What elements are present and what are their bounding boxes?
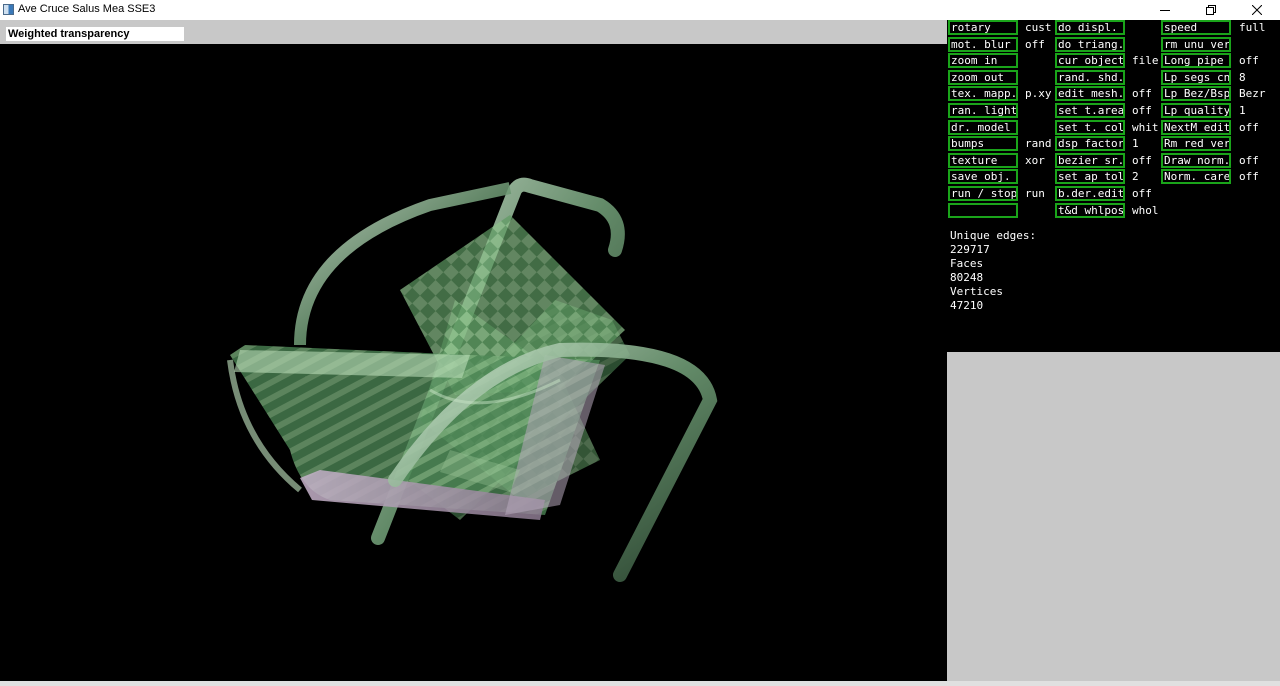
menu-value-col2-8: off [1132, 154, 1152, 167]
menu-value-col3-3: 8 [1239, 71, 1246, 84]
restore-icon [1206, 5, 1216, 15]
bottom-bar [0, 681, 1280, 686]
menu-value-col2-7: 1 [1132, 137, 1139, 150]
menu-button-col1-2[interactable]: zoom in [948, 53, 1018, 68]
menu-button-col3-9[interactable]: Norm. care [1161, 169, 1231, 184]
menu-value-col2-4: off [1132, 87, 1152, 100]
menu-value-col2-6: whit [1132, 121, 1159, 134]
menu-button-col2-3[interactable]: rand. shd. [1055, 70, 1125, 85]
menu-value-col1-1: off [1025, 38, 1045, 51]
menu-button-col3-7[interactable]: Rm red ver [1161, 136, 1231, 151]
menu-button-col2-6[interactable]: set t. col [1055, 120, 1125, 135]
menu-button-col2-10[interactable]: b.der.edit [1055, 186, 1125, 201]
menu-button-col2-11[interactable]: t&d whlpos [1055, 203, 1125, 218]
menu-value-col3-8: off [1239, 154, 1259, 167]
mode-label: Weighted transparency [6, 27, 184, 41]
menu-value-col1-8: xor [1025, 154, 1045, 167]
menu-button-col3-4[interactable]: Lp Bez/Bsp [1161, 86, 1231, 101]
menu-button-col1-4[interactable]: tex. mapp. [948, 86, 1018, 101]
menu-value-col2-5: off [1132, 104, 1152, 117]
menu-value-col3-9: off [1239, 170, 1259, 183]
window-title: Ave Cruce Salus Mea SSE3 [18, 3, 156, 15]
menu-button-col2-7[interactable]: dsp factor [1055, 136, 1125, 151]
menu-button-col2-5[interactable]: set t.area [1055, 103, 1125, 118]
faces-value: 80248 [950, 271, 984, 284]
menu-button-col1-10[interactable]: run / stop [948, 186, 1018, 201]
menu-value-col1-7: rand [1025, 137, 1052, 150]
menu-button-col2-9[interactable]: set ap tol [1055, 169, 1125, 184]
menu-value-col2-9: 2 [1132, 170, 1139, 183]
menu-value-col3-5: 1 [1239, 104, 1246, 117]
minimize-button[interactable] [1142, 0, 1188, 20]
menu-button-col1-11[interactable] [948, 203, 1018, 218]
menu-value-col3-2: off [1239, 54, 1259, 67]
render-viewport[interactable] [0, 44, 947, 681]
minimize-icon [1160, 10, 1170, 11]
menu-value-col1-4: p.xy [1025, 87, 1052, 100]
restore-button[interactable] [1188, 0, 1234, 20]
menu-button-col1-8[interactable]: texture [948, 153, 1018, 168]
menu-value-col2-11: whol [1132, 204, 1159, 217]
menu-button-col3-8[interactable]: Draw norm. [1161, 153, 1231, 168]
menu-value-col1-10: run [1025, 187, 1045, 200]
menu-button-col3-6[interactable]: NextM edit [1161, 120, 1231, 135]
menu-button-col1-0[interactable]: rotary [948, 20, 1018, 35]
menu-value-col1-0: cust [1025, 21, 1052, 34]
app-icon [3, 4, 14, 15]
menu-value-col2-10: off [1132, 187, 1152, 200]
menu-button-col2-1[interactable]: do triang. [1055, 37, 1125, 52]
close-icon [1252, 5, 1262, 15]
menu-button-col1-7[interactable]: bumps [948, 136, 1018, 151]
menu-button-col1-3[interactable]: zoom out [948, 70, 1018, 85]
faces-label: Faces [950, 257, 984, 270]
close-button[interactable] [1234, 0, 1280, 20]
chair-model [227, 177, 718, 582]
vertices-label: Vertices [950, 285, 1003, 298]
menu-button-col3-2[interactable]: Long pipe [1161, 53, 1231, 68]
menu-value-col3-6: off [1239, 121, 1259, 134]
menu-button-col2-8[interactable]: bezier sr. [1055, 153, 1125, 168]
edges-label: Unique edges: [950, 229, 1037, 242]
title-bar: Ave Cruce Salus Mea SSE3 [0, 0, 1280, 20]
menu-button-col1-5[interactable]: ran. light [948, 103, 1018, 118]
menu-button-col3-0[interactable]: speed [1161, 20, 1231, 35]
vertices-value: 47210 [950, 299, 984, 312]
menu-button-col2-2[interactable]: cur object [1055, 53, 1125, 68]
menu-value-col3-4: Bezr [1239, 87, 1266, 100]
menu-button-col1-6[interactable]: dr. model [948, 120, 1018, 135]
menu-button-col3-3[interactable]: Lp segs cn [1161, 70, 1231, 85]
menu-value-col3-0: full [1239, 21, 1266, 34]
menu-button-col2-0[interactable]: do displ. [1055, 20, 1125, 35]
menu-button-col3-5[interactable]: Lp quality [1161, 103, 1231, 118]
menu-button-col2-4[interactable]: edit mesh. [1055, 86, 1125, 101]
edges-value: 229717 [950, 243, 990, 256]
menu-value-col2-2: file [1132, 54, 1159, 67]
menu-button-col3-1[interactable]: rm unu ver [1161, 37, 1231, 52]
menu-button-col1-9[interactable]: save obj. [948, 169, 1018, 184]
menu-button-col1-1[interactable]: mot. blur [948, 37, 1018, 52]
